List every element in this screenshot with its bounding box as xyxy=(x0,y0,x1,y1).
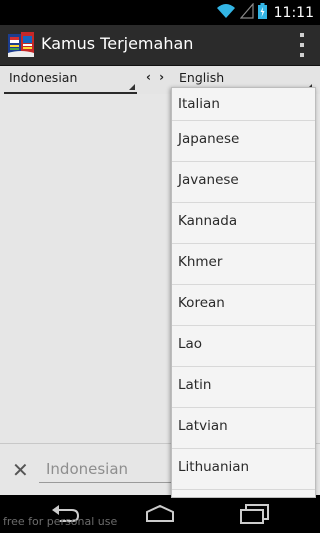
source-language-label: Indonesian xyxy=(9,70,78,85)
battery-icon xyxy=(257,2,267,23)
signal-icon xyxy=(239,1,254,23)
clock: 11:11 xyxy=(273,4,314,21)
dropdown-item[interactable]: Khmer xyxy=(172,244,315,285)
status-bar: 11:11 xyxy=(0,0,320,25)
input-placeholder: Indonesian xyxy=(46,460,129,478)
overflow-menu-icon[interactable] xyxy=(298,33,306,57)
app-icon[interactable] xyxy=(8,31,34,57)
source-language-spinner[interactable]: Indonesian xyxy=(4,66,137,94)
wifi-icon xyxy=(216,3,236,23)
status-icons: 11:11 xyxy=(216,1,314,23)
target-language-label: English xyxy=(179,70,225,85)
dropdown-item[interactable]: Latvian xyxy=(172,408,315,449)
close-icon[interactable]: ✕ xyxy=(12,460,29,480)
recent-apps-icon[interactable] xyxy=(238,504,270,528)
dropdown-item[interactable]: Kannada xyxy=(172,203,315,244)
dropdown-item[interactable]: Lao xyxy=(172,326,315,367)
action-bar: Kamus Terjemahan xyxy=(0,25,320,66)
dropdown-item[interactable]: Lithuanian xyxy=(172,449,315,490)
language-dropdown-list[interactable]: Italian Japanese Javanese Kannada Khmer … xyxy=(171,87,316,498)
spinner-arrow-icon xyxy=(129,84,135,90)
dropdown-item[interactable]: Korean xyxy=(172,285,315,326)
home-icon[interactable] xyxy=(144,504,176,528)
dropdown-item[interactable]: Italian xyxy=(172,88,315,121)
dropdown-item[interactable]: Latin xyxy=(172,367,315,408)
watermark-text: free for personal use xyxy=(3,515,118,528)
swap-languages-button[interactable]: ‹ › xyxy=(146,70,166,84)
dropdown-item[interactable]: Javanese xyxy=(172,162,315,203)
app-title: Kamus Terjemahan xyxy=(41,34,194,53)
dropdown-item[interactable]: Japanese xyxy=(172,121,315,162)
